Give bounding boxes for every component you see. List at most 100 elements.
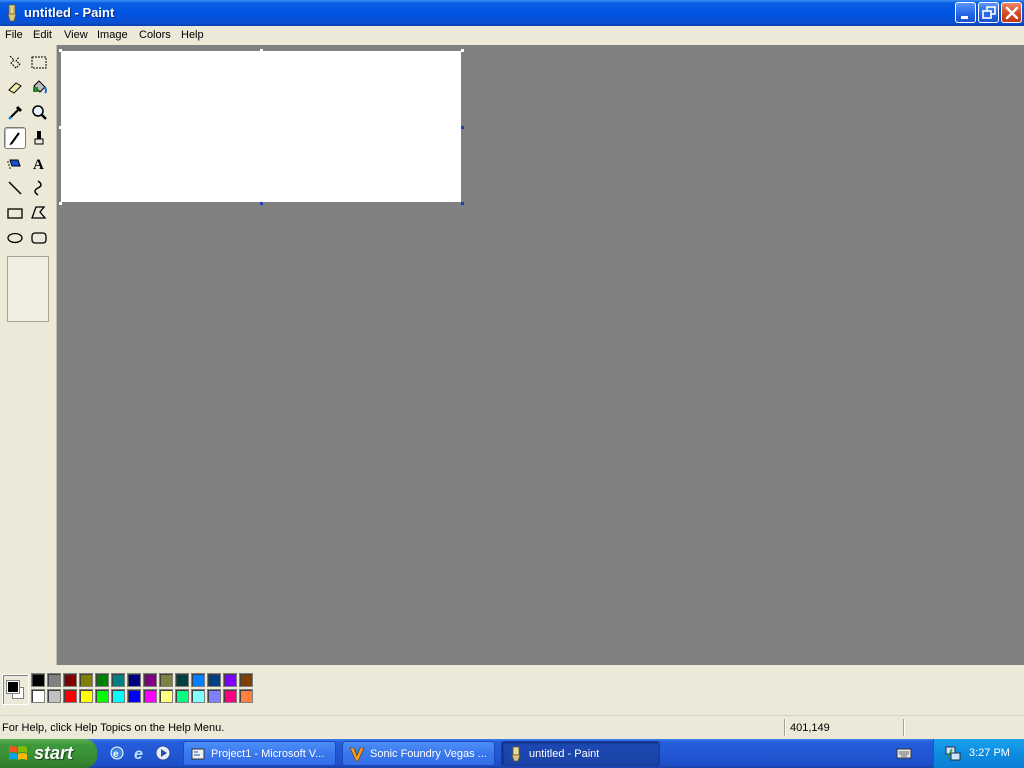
fill-with-color-icon[interactable]	[28, 76, 50, 98]
palette-swatch[interactable]	[175, 673, 189, 687]
palette-swatch[interactable]	[223, 689, 237, 703]
taskbar-label: Project1 - Microsoft V...	[211, 748, 325, 760]
palette-swatch[interactable]	[47, 689, 61, 703]
svg-text:e: e	[113, 749, 119, 760]
menu-file[interactable]: File	[5, 28, 23, 42]
tool-options-box[interactable]	[7, 256, 49, 322]
minimize-button[interactable]	[955, 2, 976, 23]
resize-handle-corner[interactable]	[461, 202, 464, 205]
text-icon[interactable]: A	[28, 152, 50, 174]
restore-icon	[982, 6, 996, 19]
line-icon[interactable]	[4, 177, 26, 199]
ie-icon[interactable]: e	[108, 744, 126, 762]
resize-handle	[59, 126, 62, 129]
resize-handle	[260, 49, 263, 52]
clock[interactable]: 3:27 PM	[969, 747, 1010, 759]
network-icon[interactable]	[944, 745, 962, 765]
start-label: start	[34, 743, 74, 763]
close-button[interactable]	[1001, 2, 1022, 23]
palette-swatch[interactable]	[223, 673, 237, 687]
airbrush-icon[interactable]	[4, 152, 26, 174]
current-colors[interactable]	[2, 674, 29, 705]
restore-button[interactable]	[978, 2, 999, 23]
palette-swatch[interactable]	[31, 673, 45, 687]
palette-swatch[interactable]	[191, 689, 205, 703]
polygon-icon[interactable]	[28, 202, 50, 224]
paint-brush-icon[interactable]	[4, 4, 20, 22]
minimize-icon	[961, 16, 968, 19]
resize-handle	[59, 49, 62, 52]
taskbar-button-vegas[interactable]: Sonic Foundry Vegas ...	[342, 741, 495, 766]
palette-swatch[interactable]	[143, 689, 157, 703]
windows-logo-icon	[8, 744, 28, 766]
menu-help[interactable]: Help	[181, 28, 204, 42]
palette-swatch[interactable]	[95, 673, 109, 687]
palette-swatch[interactable]	[111, 689, 125, 703]
taskbar-label: Sonic Foundry Vegas ...	[370, 748, 487, 760]
status-coordinates: 401,149	[790, 722, 830, 734]
palette-swatch[interactable]	[159, 673, 173, 687]
free-form-select-icon[interactable]	[4, 51, 26, 73]
curve-icon[interactable]	[28, 177, 50, 199]
svg-text:A: A	[33, 157, 44, 173]
taskbar-button-paint[interactable]: untitled - Paint	[501, 741, 660, 766]
magnifier-icon[interactable]	[28, 101, 50, 123]
palette-swatch[interactable]	[95, 689, 109, 703]
menu-colors[interactable]: Colors	[139, 28, 171, 42]
status-help-text: For Help, click Help Topics on the Help …	[2, 722, 225, 734]
palette-swatch[interactable]	[175, 689, 189, 703]
menu-edit[interactable]: Edit	[33, 28, 52, 42]
resize-handle-right[interactable]	[461, 126, 464, 129]
menu-bar: File Edit View Image Colors Help	[0, 26, 1024, 45]
taskbar-label: untitled - Paint	[529, 748, 600, 760]
media-player-icon[interactable]	[154, 744, 172, 762]
ie-blue-icon[interactable]: e	[131, 744, 149, 763]
palette-swatch[interactable]	[63, 689, 77, 703]
palette-swatch[interactable]	[239, 689, 253, 703]
palette-swatch[interactable]	[31, 689, 45, 703]
toolbox: A	[0, 45, 57, 665]
vegas-icon	[349, 746, 365, 762]
canvas-area[interactable]	[57, 45, 1024, 665]
start-button[interactable]: start	[0, 739, 97, 768]
resize-handle	[59, 202, 62, 205]
status-separator	[784, 719, 786, 736]
foreground-color-swatch	[6, 680, 20, 694]
resize-handle-bottom[interactable]	[260, 202, 263, 205]
keyboard-icon[interactable]	[896, 746, 912, 763]
pencil-icon[interactable]	[4, 127, 26, 149]
status-bar: For Help, click Help Topics on the Help …	[0, 715, 1024, 739]
svg-text:e: e	[134, 746, 143, 762]
color-palette	[0, 665, 1024, 715]
system-tray: 3:27 PM	[933, 739, 1024, 768]
palette-swatch[interactable]	[159, 689, 173, 703]
pick-color-icon[interactable]	[4, 101, 26, 123]
palette-swatch[interactable]	[79, 689, 93, 703]
drawing-canvas[interactable]	[61, 51, 461, 202]
status-separator	[903, 719, 905, 736]
palette-swatch[interactable]	[127, 673, 141, 687]
menu-view[interactable]: View	[64, 28, 88, 42]
palette-swatch[interactable]	[127, 689, 141, 703]
palette-swatch[interactable]	[207, 689, 221, 703]
menu-image[interactable]: Image	[97, 28, 128, 42]
rounded-rectangle-icon[interactable]	[28, 227, 50, 249]
taskbar-button-project1[interactable]: Project1 - Microsoft V...	[183, 741, 336, 766]
brush-icon[interactable]	[28, 127, 50, 149]
palette-swatch[interactable]	[111, 673, 125, 687]
palette-swatch[interactable]	[239, 673, 253, 687]
close-icon	[1005, 6, 1019, 20]
palette-swatch[interactable]	[191, 673, 205, 687]
palette-swatch[interactable]	[207, 673, 221, 687]
ellipse-icon[interactable]	[4, 227, 26, 249]
rectangle-icon[interactable]	[4, 202, 26, 224]
palette-swatch[interactable]	[47, 673, 61, 687]
title-bar[interactable]: untitled - Paint	[0, 0, 1024, 26]
vb-project-icon	[190, 746, 206, 762]
palette-swatch[interactable]	[63, 673, 77, 687]
palette-swatch[interactable]	[79, 673, 93, 687]
palette-swatch[interactable]	[143, 673, 157, 687]
eraser-icon[interactable]	[4, 76, 26, 98]
window-title: untitled - Paint	[24, 5, 115, 20]
select-icon[interactable]	[28, 51, 50, 73]
